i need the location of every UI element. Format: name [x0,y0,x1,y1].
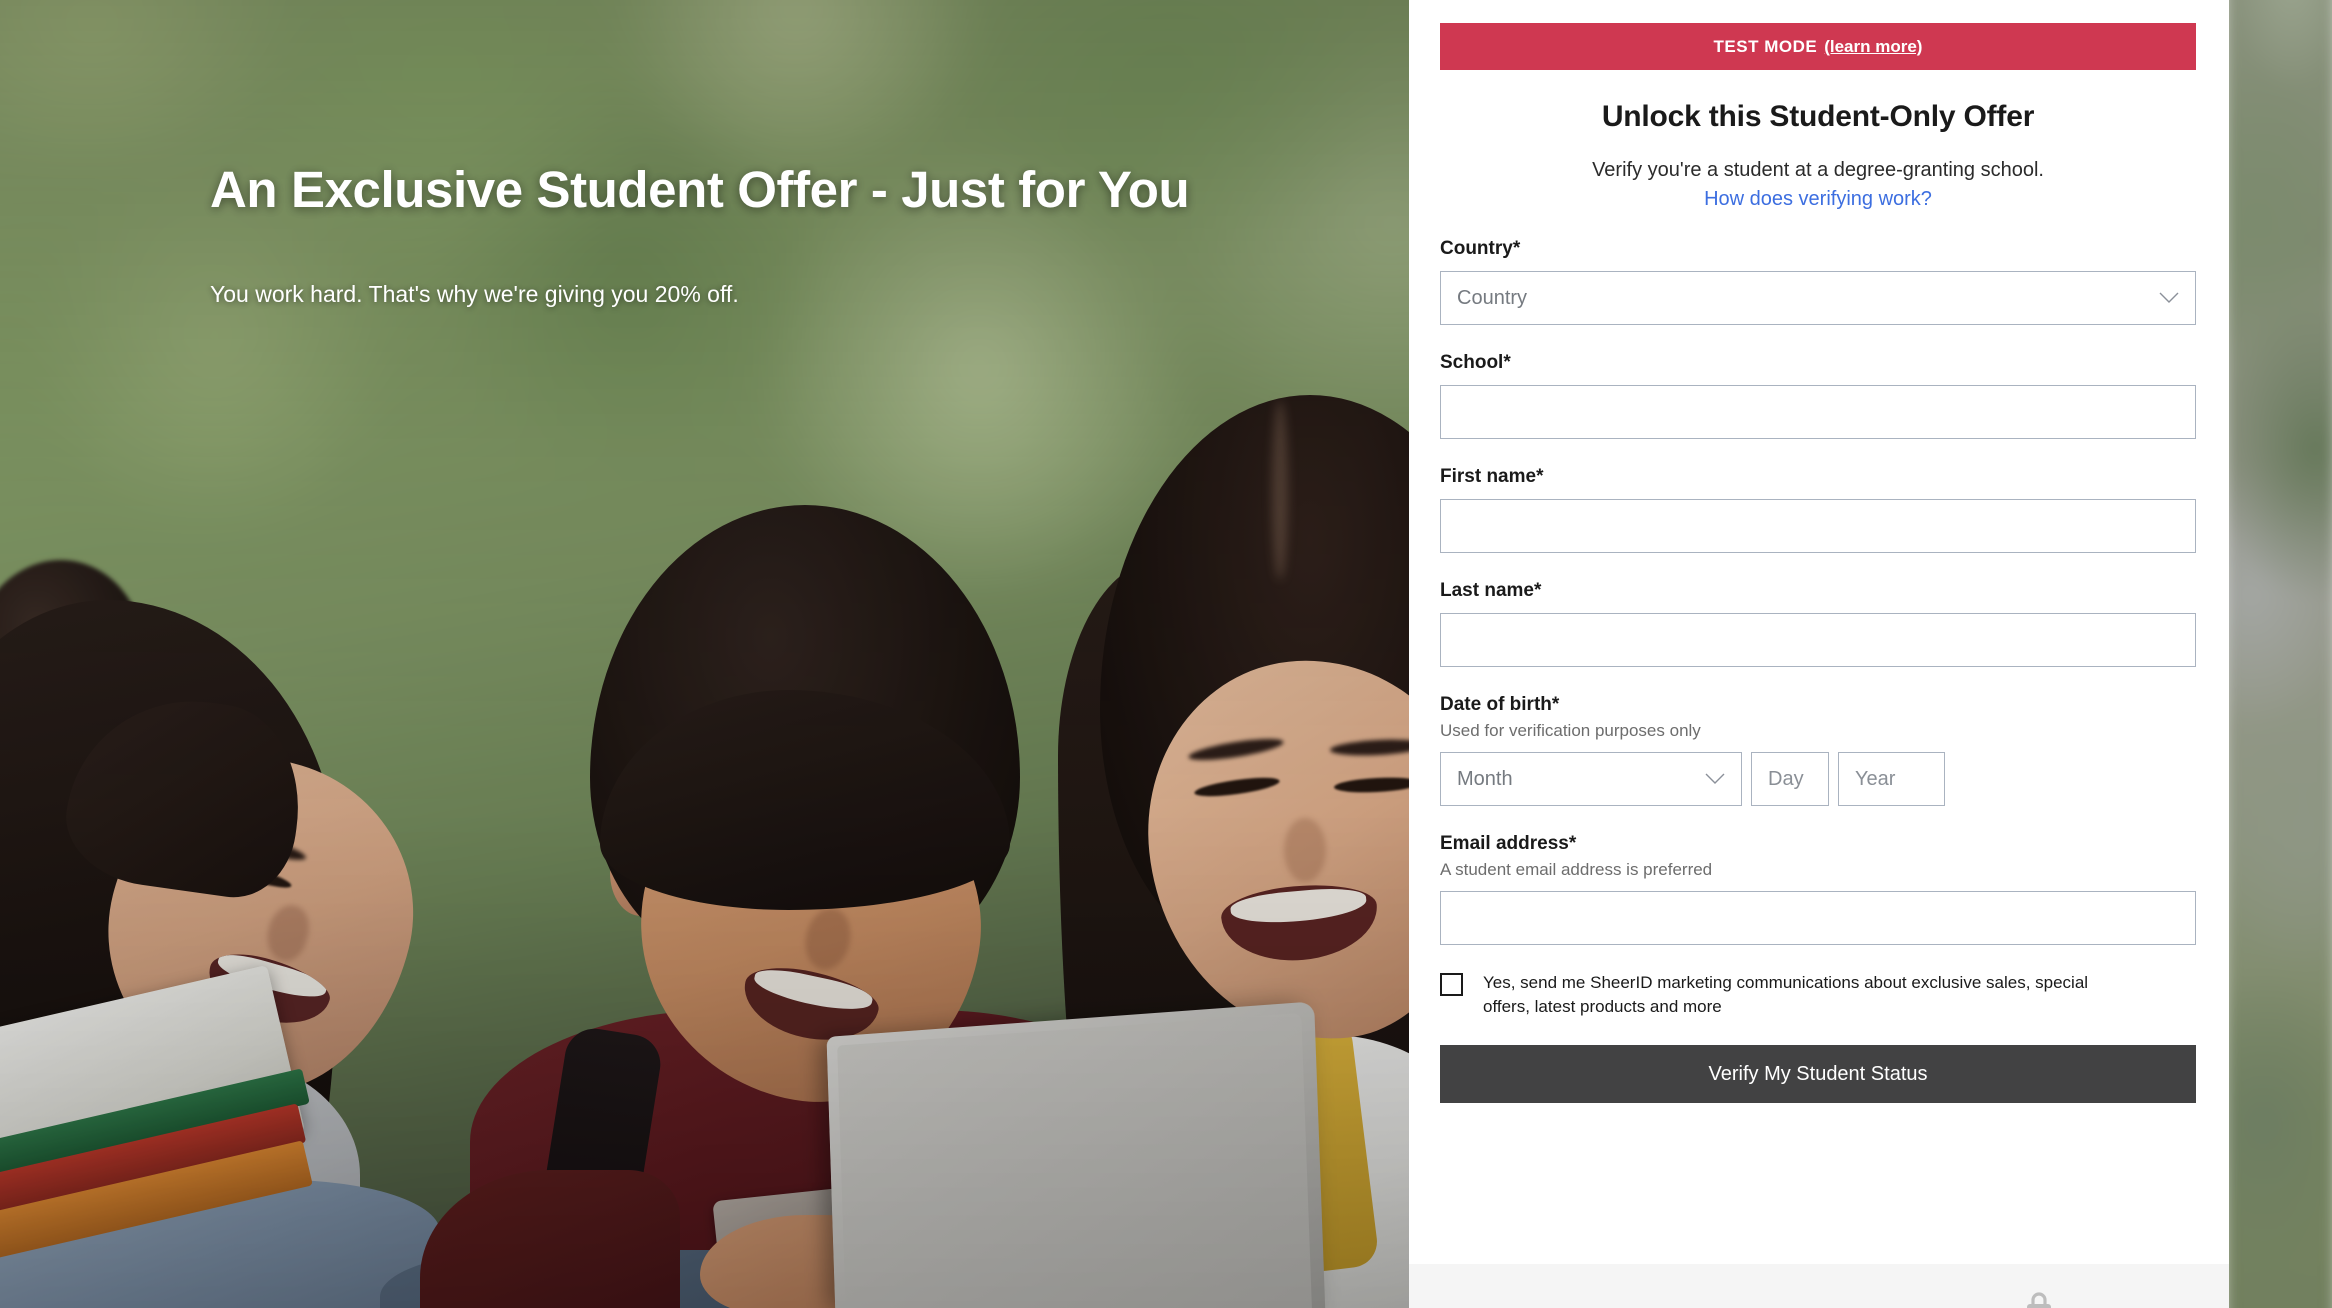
background-photo-strip [2222,0,2332,1308]
hero-subtitle: You work hard. That's why we're giving y… [210,281,739,308]
hero-section: An Exclusive Student Offer - Just for Yo… [0,0,1409,1308]
first-name-input[interactable] [1440,499,2196,553]
verify-student-status-button[interactable]: Verify My Student Status [1440,1045,2196,1104]
country-select-value: Country [1457,286,1528,309]
dob-day-input[interactable]: Day [1751,752,1829,806]
panel-footer [1409,1264,2229,1308]
email-input[interactable] [1440,891,2196,945]
test-mode-learn-more-link[interactable]: (learn more) [1824,37,1922,57]
field-school: School* [1440,352,2196,439]
dob-month-value: Month [1457,767,1513,790]
school-label: School* [1440,352,1511,373]
last-name-label: Last name* [1440,580,1542,601]
first-name-label: First name* [1440,466,1544,487]
dob-day-placeholder: Day [1768,767,1804,790]
country-select[interactable]: Country [1440,271,2196,325]
school-input[interactable] [1440,385,2196,439]
verification-form-panel: TEST MODE (learn more) Unlock this Stude… [1409,0,2229,1308]
field-email: Email address* A student email address i… [1440,833,2196,945]
form-description: Verify you're a student at a degree-gran… [1592,159,2044,181]
lock-icon [2027,1292,2051,1308]
date-of-birth-row: Month Day Year [1440,752,2196,806]
country-label: Country* [1440,238,1521,259]
dob-year-placeholder: Year [1855,767,1896,790]
field-country: Country* Country [1440,238,2196,325]
dob-year-input[interactable]: Year [1838,752,1945,806]
how-does-verifying-work-link[interactable]: How does verifying work? [1440,188,2196,211]
email-hint: A student email address is preferred [1440,860,1713,879]
dob-month-select[interactable]: Month [1440,752,1742,806]
field-first-name: First name* [1440,466,2196,553]
marketing-consent-checkbox[interactable] [1440,973,1463,996]
last-name-input[interactable] [1440,613,2196,667]
verification-page: An Exclusive Student Offer - Just for Yo… [0,0,2332,1308]
date-of-birth-hint: Used for verification purposes only [1440,721,1701,740]
date-of-birth-label: Date of birth* [1440,694,1560,715]
form-title: Unlock this Student-Only Offer [1601,100,2035,133]
chevron-down-icon [1705,773,1725,784]
verification-form: Unlock this Student-Only Offer Verify yo… [1440,100,2196,1104]
marketing-consent-label: Yes, send me SheerID marketing communica… [1483,973,2089,1017]
chevron-down-icon [2159,292,2179,303]
hero-copy: An Exclusive Student Offer - Just for Yo… [210,160,1200,310]
field-last-name: Last name* [1440,580,2196,667]
email-label: Email address* [1440,833,1577,854]
test-mode-label: TEST MODE [1713,36,1818,56]
hero-title: An Exclusive Student Offer - Just for Yo… [210,161,1190,218]
marketing-consent-row: Yes, send me SheerID marketing communica… [1440,971,2196,1019]
field-date-of-birth: Date of birth* Used for verification pur… [1440,694,2196,806]
test-mode-banner: TEST MODE (learn more) [1440,23,2196,70]
